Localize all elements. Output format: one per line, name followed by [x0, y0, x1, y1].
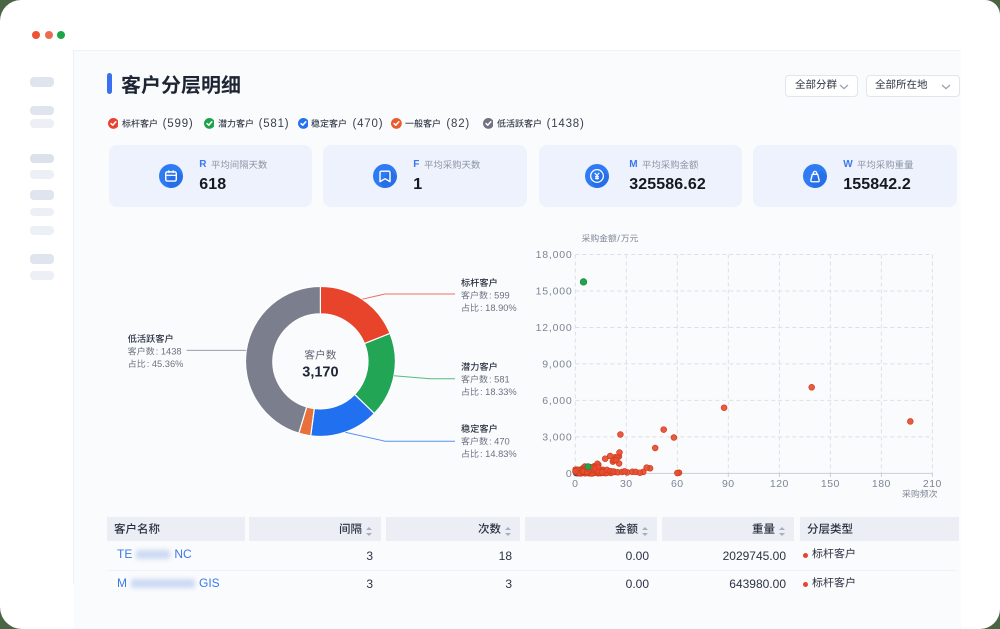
svg-text:210: 210 — [923, 478, 942, 490]
svg-text:: 45.36%: : 45.36% — [147, 359, 184, 369]
svg-text:6,000: 6,000 — [542, 395, 572, 407]
svg-text:: 18.33%: : 18.33% — [480, 387, 517, 397]
svg-text:30: 30 — [620, 478, 633, 490]
svg-text:: 18.90%: : 18.90% — [480, 303, 517, 313]
svg-text:: 581: : 581 — [489, 375, 510, 385]
svg-text:3,170: 3,170 — [302, 364, 338, 380]
svg-text:/: / — [617, 234, 620, 245]
svg-text:: 470: : 470 — [489, 437, 510, 447]
svg-text:120: 120 — [770, 478, 789, 490]
svg-text:18,000: 18,000 — [536, 249, 573, 261]
svg-text:: 14.83%: : 14.83% — [480, 449, 517, 459]
svg-text:90: 90 — [722, 478, 735, 490]
svg-text:180: 180 — [872, 478, 891, 490]
svg-text:9,000: 9,000 — [542, 358, 572, 370]
svg-text:15,000: 15,000 — [536, 286, 573, 298]
svg-text:3,000: 3,000 — [542, 431, 572, 443]
svg-text:150: 150 — [821, 478, 840, 490]
svg-text:: 599: : 599 — [489, 291, 510, 301]
svg-text:0: 0 — [572, 478, 578, 490]
svg-text:: 1438: : 1438 — [156, 347, 182, 357]
svg-text:0: 0 — [566, 468, 573, 480]
svg-text:12,000: 12,000 — [536, 322, 573, 334]
svg-text:60: 60 — [671, 478, 684, 490]
